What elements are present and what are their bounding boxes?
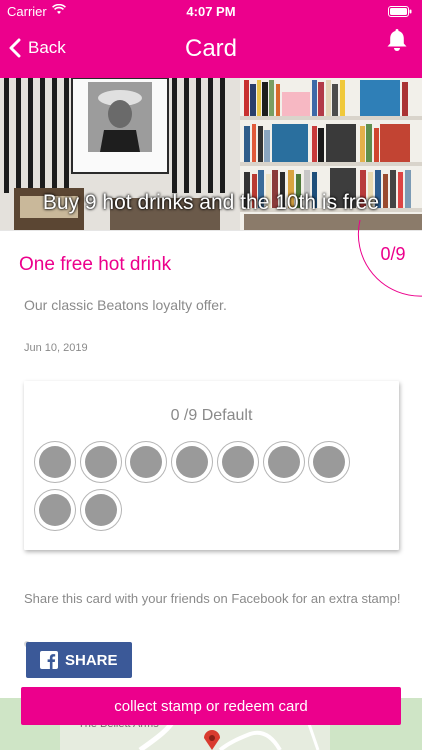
- stamp-progress-count: 0/9: [380, 244, 406, 264]
- facebook-share-button[interactable]: SHARE: [26, 642, 132, 678]
- stamp-slot: [34, 489, 76, 531]
- page-title: Card: [184, 35, 238, 62]
- stamp-slot: [308, 441, 351, 483]
- stamp-slot: [262, 441, 305, 483]
- stamp-slot-fill: [130, 446, 163, 478]
- facebook-icon: [40, 651, 58, 669]
- stamp-slot: [125, 441, 168, 483]
- status-bar: Carrier 4:07 PM: [0, 0, 422, 22]
- stamp-slot: [79, 441, 122, 483]
- stamp-slot: [34, 441, 76, 483]
- hero-caption: Buy 9 hot drinks and the 10th is free: [42, 191, 380, 214]
- stamp-slot-fill: [39, 446, 71, 478]
- stamp-slot-fill: [84, 494, 117, 526]
- stamp-slot-fill: [313, 446, 346, 478]
- stamp-slot-fill: [221, 446, 254, 478]
- bell-icon[interactable]: [386, 28, 408, 52]
- facebook-share-label: SHARE: [65, 651, 118, 669]
- collect-stamp-button[interactable]: collect stamp or redeem card: [21, 687, 401, 725]
- stamp-slot: [216, 441, 259, 483]
- stamp-slot: [79, 489, 122, 531]
- stamp-slot-fill: [84, 446, 117, 478]
- stamp-slot-fill: [267, 446, 300, 478]
- share-prompt: Share this card with your friends on Fac…: [24, 591, 401, 606]
- stamp-panel: 0 /9 Default: [24, 381, 399, 550]
- stamp-slot-fill: [39, 494, 71, 526]
- card-title: One free hot drink: [19, 254, 172, 275]
- battery-icon: [388, 6, 412, 17]
- app-header: Carrier 4:07 PM Back Card: [0, 0, 422, 78]
- stamp-slot: [171, 441, 214, 483]
- stamp-count-label: 0 /9 Default: [170, 407, 253, 424]
- status-time: 4:07 PM: [186, 4, 236, 19]
- hero-banner: Buy 9 hot drinks and the 10th is free: [0, 78, 422, 230]
- stamp-slot-fill: [176, 446, 209, 478]
- card-date: Jun 10, 2019: [24, 342, 88, 354]
- card-description: Our classic Beatons loyalty offer.: [24, 297, 227, 313]
